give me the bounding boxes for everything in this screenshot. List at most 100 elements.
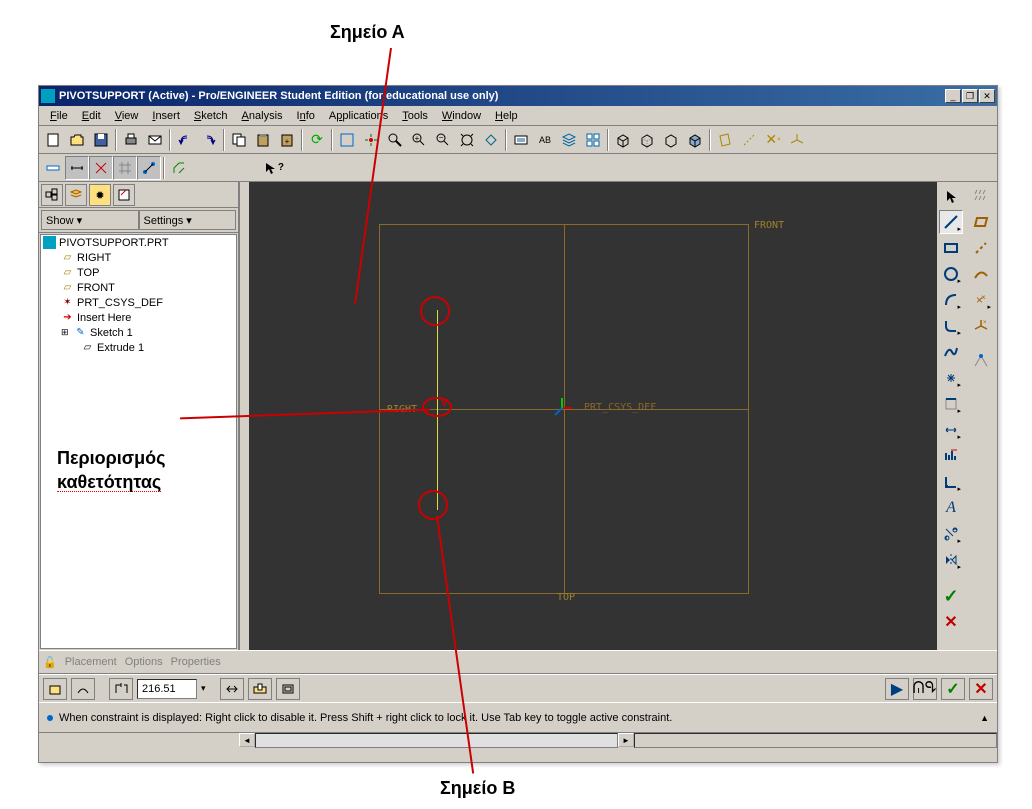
wireframe-button[interactable] — [611, 128, 635, 152]
sketch-done-button[interactable]: ✓ — [939, 584, 963, 608]
fillet-tool[interactable]: ▸ — [939, 314, 963, 338]
menu-analysis[interactable]: Analysis — [235, 108, 290, 124]
layers-button[interactable] — [557, 128, 581, 152]
sketch-cancel-button[interactable]: ✕ — [939, 610, 963, 634]
scroll-left-button[interactable]: ◄ — [239, 733, 255, 747]
model-tree[interactable]: PIVOTSUPPORT.PRT ▱RIGHT ▱TOP ▱FRONT ✶PRT… — [40, 234, 237, 649]
menu-help[interactable]: Help — [488, 108, 525, 124]
hidden-line-button[interactable] — [635, 128, 659, 152]
tab-properties[interactable]: Properties — [171, 656, 221, 668]
thicken-button[interactable] — [276, 678, 300, 700]
menu-file[interactable]: File — [43, 108, 75, 124]
tree-node-extrude1[interactable]: ▱Extrude 1 — [41, 340, 236, 355]
dash-toolbar-button[interactable] — [41, 156, 65, 180]
trim-tool[interactable]: ▸ — [939, 522, 963, 546]
feature-cancel-button[interactable]: ✕ — [969, 678, 993, 700]
constraint-display-button[interactable] — [89, 156, 113, 180]
menu-info[interactable]: Info — [290, 108, 322, 124]
tree-root[interactable]: PIVOTSUPPORT.PRT — [41, 235, 236, 250]
remove-material-button[interactable] — [248, 678, 272, 700]
play-button[interactable]: ▶ — [885, 678, 909, 700]
axis-tool[interactable] — [969, 236, 993, 260]
save-button[interactable] — [89, 128, 113, 152]
tree-node-sketch1[interactable]: ⊞✎Sketch 1 — [41, 325, 236, 340]
dimension-tool[interactable]: ▸ — [939, 418, 963, 442]
tree-node-right[interactable]: ▱RIGHT — [41, 250, 236, 265]
menu-window[interactable]: Window — [435, 108, 488, 124]
select-tool[interactable] — [939, 184, 963, 208]
tree-node-top[interactable]: ▱TOP — [41, 265, 236, 280]
search-button[interactable] — [383, 128, 407, 152]
paste-button[interactable] — [251, 128, 275, 152]
pause-feature-button[interactable]: ᕬᕴ — [913, 678, 937, 700]
paste-special-button[interactable]: + — [275, 128, 299, 152]
restore-button[interactable]: ❐ — [962, 89, 978, 103]
help-pointer-button[interactable]: ? — [262, 156, 286, 180]
new-button[interactable] — [41, 128, 65, 152]
depth-value-input[interactable] — [137, 679, 197, 699]
menu-insert[interactable]: Insert — [145, 108, 187, 124]
scroll-right-button[interactable]: ► — [618, 733, 634, 747]
tree-node-insert-here[interactable]: ➔Insert Here — [41, 310, 236, 325]
show-dropdown[interactable]: Show ▾ — [41, 210, 139, 230]
tree-select-button[interactable] — [113, 184, 135, 206]
menu-applications[interactable]: Applications — [322, 108, 395, 124]
redo-button[interactable] — [197, 128, 221, 152]
view-mgr-button[interactable] — [581, 128, 605, 152]
open-button[interactable] — [65, 128, 89, 152]
extrude-surface-button[interactable] — [71, 678, 95, 700]
regenerate-button[interactable]: ⟳ — [305, 128, 329, 152]
copy-button[interactable] — [227, 128, 251, 152]
status-scroll-up[interactable]: ▲ — [980, 713, 989, 723]
tree-layers-button[interactable] — [65, 184, 87, 206]
use-edge-tool[interactable]: ▸ — [939, 392, 963, 416]
sketch-orientation-button[interactable] — [167, 156, 191, 180]
tab-options[interactable]: Options — [125, 656, 163, 668]
vertex-display-button[interactable] — [137, 156, 161, 180]
datum-axes-button[interactable] — [737, 128, 761, 152]
tree-node-front[interactable]: ▱FRONT — [41, 280, 236, 295]
text-tool[interactable]: A — [939, 496, 963, 520]
point-tool[interactable]: ▸ — [939, 366, 963, 390]
grid-display-button[interactable] — [113, 156, 137, 180]
feature-ok-button[interactable]: ✓ — [941, 678, 965, 700]
reference-tool[interactable] — [969, 348, 993, 372]
spline-tool[interactable] — [939, 340, 963, 364]
orient-button[interactable] — [479, 128, 503, 152]
close-button[interactable]: ✕ — [979, 89, 995, 103]
email-button[interactable] — [143, 128, 167, 152]
depth-blind-button[interactable] — [109, 678, 133, 700]
shaded-button[interactable] — [683, 128, 707, 152]
tree-node-csys[interactable]: ✶PRT_CSYS_DEF — [41, 295, 236, 310]
settings-dropdown[interactable]: Settings ▾ — [139, 210, 237, 230]
parallelogram-tool[interactable] — [969, 210, 993, 234]
menu-tools[interactable]: Tools — [395, 108, 435, 124]
tree-filter-button[interactable]: ✹ — [89, 184, 111, 206]
grid-tool[interactable] — [969, 184, 993, 208]
modify-tool[interactable] — [939, 444, 963, 468]
annotation-button[interactable]: AB — [533, 128, 557, 152]
minimize-button[interactable]: _ — [945, 89, 961, 103]
undo-button[interactable] — [173, 128, 197, 152]
point-datum-tool[interactable]: ××▸ — [969, 288, 993, 312]
dimension-display-button[interactable] — [65, 156, 89, 180]
menu-view[interactable]: View — [108, 108, 146, 124]
saved-views-button[interactable] — [509, 128, 533, 152]
hscroll-track[interactable] — [255, 733, 618, 748]
print-button[interactable] — [119, 128, 143, 152]
arc-tool[interactable]: ▸ — [939, 288, 963, 312]
csys-button[interactable] — [785, 128, 809, 152]
menu-sketch[interactable]: Sketch — [187, 108, 235, 124]
rectangle-tool[interactable] — [939, 236, 963, 260]
sketch-viewport[interactable]: FRONT RIGHT TOP PRT_CSYS_DEF V — [249, 182, 937, 650]
menu-edit[interactable]: Edit — [75, 108, 108, 124]
datum-points-button[interactable]: ✕× — [761, 128, 785, 152]
zoom-in-button[interactable]: + — [407, 128, 431, 152]
refit-button[interactable] — [455, 128, 479, 152]
line-tool[interactable]: ▸ — [939, 210, 963, 234]
no-hidden-button[interactable] — [659, 128, 683, 152]
zoom-out-button[interactable]: − — [431, 128, 455, 152]
csys-datum-tool[interactable]: × — [969, 314, 993, 338]
circle-tool[interactable]: ▸ — [939, 262, 963, 286]
tab-placement[interactable]: Placement — [65, 656, 117, 668]
